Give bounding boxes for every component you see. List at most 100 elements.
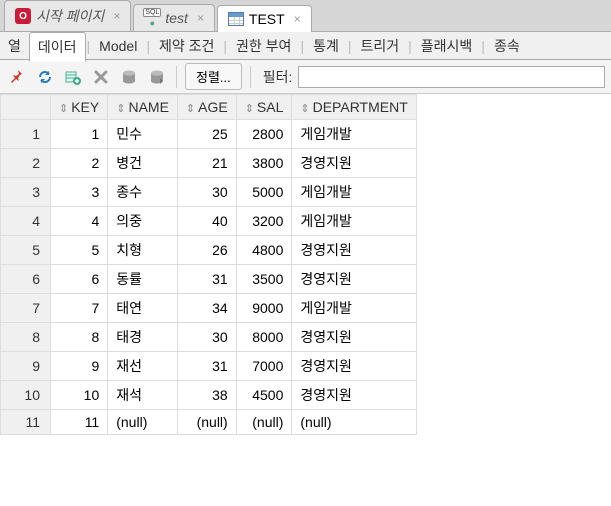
- sub-tab-dependencies[interactable]: 종속: [486, 32, 528, 60]
- cell-department[interactable]: 경영지원: [292, 149, 416, 178]
- tab-sql-test[interactable]: test ×: [133, 4, 215, 31]
- column-header-key[interactable]: ⇕KEY: [51, 95, 108, 120]
- table-row[interactable]: 88태경308000경영지원: [1, 323, 417, 352]
- cell-key[interactable]: 1: [51, 120, 108, 149]
- cell-age[interactable]: 21: [177, 149, 236, 178]
- row-number[interactable]: 5: [1, 236, 51, 265]
- rollback-button[interactable]: [146, 66, 168, 88]
- cell-name[interactable]: (null): [108, 410, 178, 435]
- cell-age[interactable]: 40: [177, 207, 236, 236]
- sub-tab-model[interactable]: Model: [91, 34, 145, 58]
- row-number[interactable]: 8: [1, 323, 51, 352]
- row-number[interactable]: 7: [1, 294, 51, 323]
- cell-name[interactable]: 재선: [108, 352, 178, 381]
- cell-key[interactable]: 4: [51, 207, 108, 236]
- cell-name[interactable]: 태경: [108, 323, 178, 352]
- row-number[interactable]: 1: [1, 120, 51, 149]
- commit-button[interactable]: [118, 66, 140, 88]
- table-row[interactable]: 99재선317000경영지원: [1, 352, 417, 381]
- close-icon[interactable]: ×: [197, 11, 204, 25]
- cell-age[interactable]: (null): [177, 410, 236, 435]
- cell-key[interactable]: 8: [51, 323, 108, 352]
- cell-department[interactable]: (null): [292, 410, 416, 435]
- table-row[interactable]: 1010재석384500경영지원: [1, 381, 417, 410]
- cell-age[interactable]: 25: [177, 120, 236, 149]
- data-grid[interactable]: ⇕KEY ⇕NAME ⇕AGE ⇕SAL ⇕DEPARTMENT 11민수252…: [0, 94, 417, 435]
- cell-sal[interactable]: 5000: [236, 178, 292, 207]
- sub-tab-flashback[interactable]: 플래시백: [413, 32, 481, 60]
- sub-tab-columns[interactable]: 열: [0, 32, 29, 60]
- row-number[interactable]: 11: [1, 410, 51, 435]
- cell-key[interactable]: 9: [51, 352, 108, 381]
- close-icon[interactable]: ×: [113, 9, 120, 23]
- cell-name[interactable]: 의중: [108, 207, 178, 236]
- cell-age[interactable]: 31: [177, 265, 236, 294]
- sub-tab-triggers[interactable]: 트리거: [352, 32, 407, 60]
- cell-department[interactable]: 경영지원: [292, 323, 416, 352]
- sub-tab-stats[interactable]: 통계: [305, 32, 347, 60]
- cell-sal[interactable]: 3500: [236, 265, 292, 294]
- cell-sal[interactable]: 7000: [236, 352, 292, 381]
- cell-key[interactable]: 11: [51, 410, 108, 435]
- cell-key[interactable]: 2: [51, 149, 108, 178]
- column-header-department[interactable]: ⇕DEPARTMENT: [292, 95, 416, 120]
- cell-name[interactable]: 민수: [108, 120, 178, 149]
- cell-sal[interactable]: 9000: [236, 294, 292, 323]
- add-row-button[interactable]: [62, 66, 84, 88]
- filter-input[interactable]: [298, 66, 605, 88]
- cell-age[interactable]: 30: [177, 178, 236, 207]
- table-row[interactable]: 44의중403200게임개발: [1, 207, 417, 236]
- cell-key[interactable]: 7: [51, 294, 108, 323]
- cell-name[interactable]: 병건: [108, 149, 178, 178]
- sub-tab-grants[interactable]: 권한 부여: [228, 32, 299, 60]
- row-number[interactable]: 9: [1, 352, 51, 381]
- cell-age[interactable]: 30: [177, 323, 236, 352]
- pin-button[interactable]: [6, 66, 28, 88]
- column-header-sal[interactable]: ⇕SAL: [236, 95, 292, 120]
- cell-department[interactable]: 경영지원: [292, 352, 416, 381]
- row-number[interactable]: 3: [1, 178, 51, 207]
- cell-department[interactable]: 게임개발: [292, 207, 416, 236]
- row-number[interactable]: 10: [1, 381, 51, 410]
- delete-row-button[interactable]: [90, 66, 112, 88]
- table-row[interactable]: 33종수305000게임개발: [1, 178, 417, 207]
- cell-name[interactable]: 태연: [108, 294, 178, 323]
- cell-name[interactable]: 재석: [108, 381, 178, 410]
- cell-sal[interactable]: 8000: [236, 323, 292, 352]
- table-row[interactable]: 77태연349000게임개발: [1, 294, 417, 323]
- cell-department[interactable]: 경영지원: [292, 381, 416, 410]
- cell-key[interactable]: 6: [51, 265, 108, 294]
- cell-sal[interactable]: 3200: [236, 207, 292, 236]
- cell-key[interactable]: 5: [51, 236, 108, 265]
- cell-sal[interactable]: (null): [236, 410, 292, 435]
- cell-sal[interactable]: 3800: [236, 149, 292, 178]
- cell-department[interactable]: 경영지원: [292, 236, 416, 265]
- cell-department[interactable]: 경영지원: [292, 265, 416, 294]
- sub-tab-constraints[interactable]: 제약 조건: [151, 32, 222, 60]
- close-icon[interactable]: ×: [294, 12, 301, 26]
- cell-department[interactable]: 게임개발: [292, 178, 416, 207]
- cell-age[interactable]: 26: [177, 236, 236, 265]
- row-number[interactable]: 4: [1, 207, 51, 236]
- cell-key[interactable]: 10: [51, 381, 108, 410]
- cell-department[interactable]: 게임개발: [292, 120, 416, 149]
- table-row[interactable]: 22병건213800경영지원: [1, 149, 417, 178]
- cell-name[interactable]: 종수: [108, 178, 178, 207]
- cell-sal[interactable]: 4800: [236, 236, 292, 265]
- tab-start-page[interactable]: O 시작 페이지 ×: [4, 0, 131, 31]
- row-number[interactable]: 6: [1, 265, 51, 294]
- tab-table-test[interactable]: TEST ×: [217, 5, 312, 32]
- sub-tab-data[interactable]: 데이터: [29, 32, 86, 62]
- table-row[interactable]: 1111(null)(null)(null)(null): [1, 410, 417, 435]
- cell-key[interactable]: 3: [51, 178, 108, 207]
- cell-department[interactable]: 게임개발: [292, 294, 416, 323]
- table-row[interactable]: 66동률313500경영지원: [1, 265, 417, 294]
- sort-button[interactable]: 정렬...: [185, 63, 242, 90]
- cell-sal[interactable]: 4500: [236, 381, 292, 410]
- column-header-age[interactable]: ⇕AGE: [177, 95, 236, 120]
- cell-name[interactable]: 치형: [108, 236, 178, 265]
- cell-age[interactable]: 31: [177, 352, 236, 381]
- cell-sal[interactable]: 2800: [236, 120, 292, 149]
- row-number[interactable]: 2: [1, 149, 51, 178]
- cell-age[interactable]: 34: [177, 294, 236, 323]
